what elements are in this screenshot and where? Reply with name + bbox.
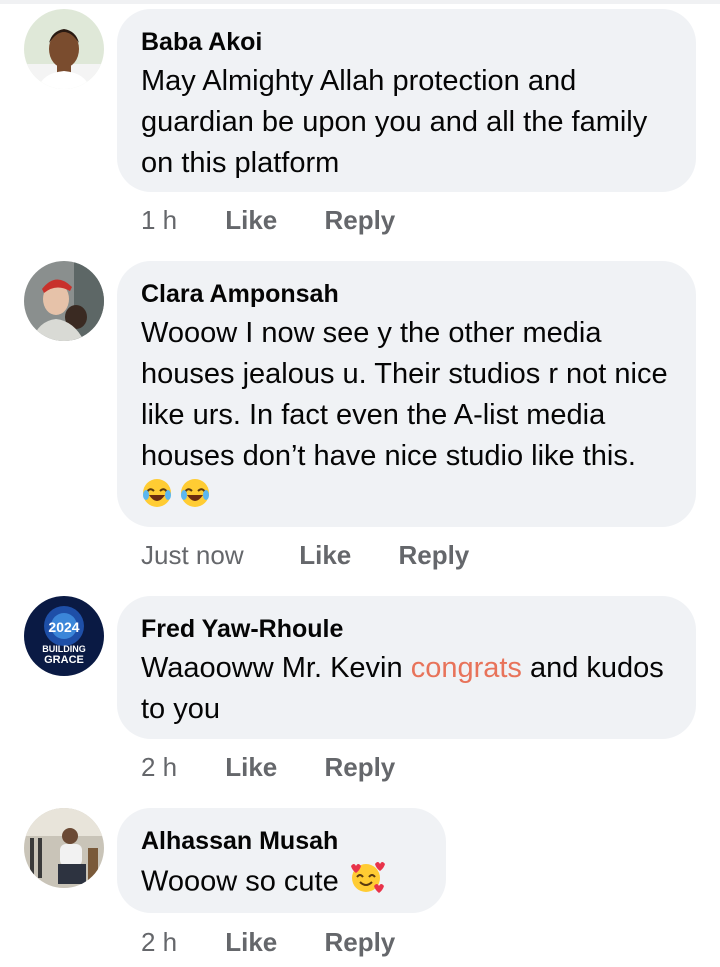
comment-author[interactable]: Clara Amponsah (141, 279, 670, 309)
comment-actions: 2 h Like Reply (141, 926, 395, 958)
comment-actions: 2 h Like Reply (141, 751, 395, 783)
comment-time[interactable]: 2 h (141, 926, 218, 958)
comment-author[interactable]: Fred Yaw-Rhoule (141, 614, 670, 644)
avatar-label-line2: GRACE (44, 654, 84, 666)
comment-text: Wooow I now see y the other media houses… (141, 313, 670, 521)
comment-text: May Almighty Allah protection and guardi… (141, 65, 648, 179)
comment-bubble: Alhassan Musah Wooow so cute (117, 808, 446, 913)
avatar-photo (24, 9, 104, 89)
smiling-face-with-hearts-emoji-icon (347, 860, 385, 906)
avatar[interactable] (24, 261, 104, 341)
comment-actions: 1 h Like Reply (141, 204, 395, 236)
comment-text-content: Wooow so cute (141, 865, 339, 898)
comment-bubble: Clara Amponsah Wooow I now see y the oth… (117, 261, 696, 527)
avatar-label-line1: BUILDING (42, 644, 86, 654)
avatar[interactable] (24, 808, 104, 888)
comment-bubble: Baba Akoi May Almighty Allah protection … (117, 9, 696, 192)
avatar-photo (24, 261, 104, 341)
comment-text-before: Waaooww Mr. Kevin (141, 652, 411, 684)
comment-time[interactable]: 2 h (141, 751, 218, 783)
reply-button[interactable]: Reply (324, 926, 395, 958)
like-button[interactable]: Like (299, 539, 391, 571)
comment-bubble: Fred Yaw-Rhoule Waaooww Mr. Kevin congra… (117, 596, 696, 739)
top-divider (0, 0, 720, 4)
comment-author[interactable]: Alhassan Musah (141, 826, 420, 856)
like-button[interactable]: Like (225, 926, 317, 958)
reply-button[interactable]: Reply (324, 204, 395, 236)
avatar[interactable] (24, 9, 104, 89)
avatar[interactable]: 2024 BUILDING GRACE (24, 596, 104, 676)
tears-of-joy-emoji-icon (177, 477, 213, 521)
tears-of-joy-emoji-icon (141, 477, 177, 521)
comment-time[interactable]: Just now (141, 539, 292, 571)
reply-button[interactable]: Reply (398, 539, 469, 571)
like-button[interactable]: Like (225, 204, 317, 236)
avatar-year-text: 2024 (48, 619, 79, 635)
comment-text: Waaooww Mr. Kevin congrats and kudos to … (141, 648, 670, 730)
like-button[interactable]: Like (225, 751, 317, 783)
reply-button[interactable]: Reply (324, 751, 395, 783)
comment-text: Wooow so cute (141, 860, 420, 906)
hashtag-link[interactable]: congrats (411, 652, 522, 684)
avatar-photo (24, 808, 104, 888)
comment-time[interactable]: 1 h (141, 204, 218, 236)
comment-text-content: Wooow I now see y the other media houses… (141, 317, 668, 472)
avatar-photo: 2024 BUILDING GRACE (24, 596, 104, 676)
comment-author[interactable]: Baba Akoi (141, 27, 670, 57)
comment-actions: Just now Like Reply (141, 539, 469, 571)
